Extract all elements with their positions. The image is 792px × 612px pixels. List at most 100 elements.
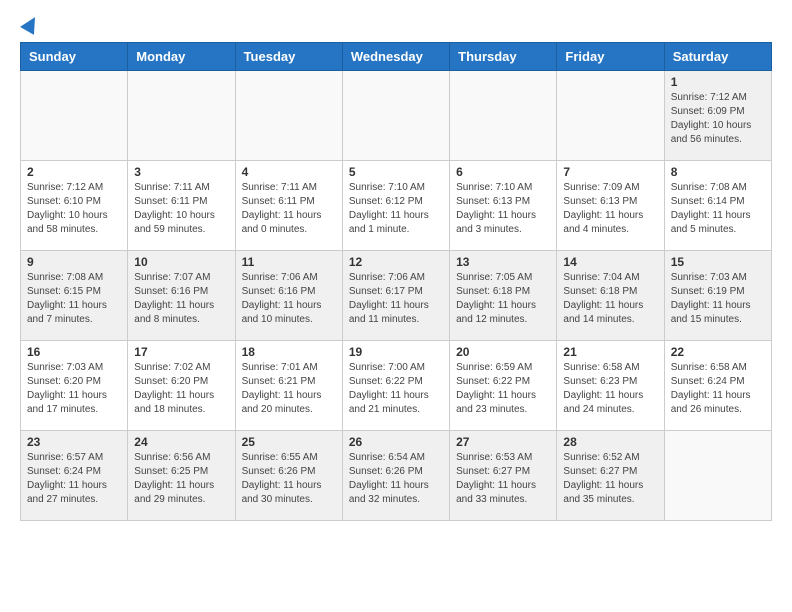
day-number: 5 — [349, 165, 443, 179]
calendar-day-cell: 25 Sunrise: 6:55 AM Sunset: 6:26 PM Dayli… — [235, 431, 342, 521]
calendar-day-cell: 19 Sunrise: 7:00 AM Sunset: 6:22 PM Dayli… — [342, 341, 449, 431]
day-info: Sunrise: 6:58 AM Sunset: 6:24 PM Dayligh… — [671, 361, 765, 417]
day-info: Sunrise: 6:55 AM Sunset: 6:26 PM Dayligh… — [242, 451, 336, 507]
day-info: Sunrise: 7:12 AM Sunset: 6:09 PM Dayligh… — [671, 91, 765, 147]
calendar-day-cell: 13Sunrise: 7:05 AM Sunset: 6:18 PM Dayli… — [450, 251, 557, 341]
calendar-day-cell: 24 Sunrise: 6:56 AM Sunset: 6:25 PM Dayli… — [128, 431, 235, 521]
day-info: Sunrise: 7:07 AM Sunset: 6:16 PM Dayligh… — [134, 271, 228, 327]
day-number: 24 — [134, 435, 228, 449]
day-number: 27 — [456, 435, 550, 449]
calendar-day-cell — [128, 71, 235, 161]
day-info: Sunrise: 6:57 AM Sunset: 6:24 PM Dayligh… — [27, 451, 121, 507]
day-info: Sunrise: 7:06 AM Sunset: 6:16 PM Dayligh… — [242, 271, 336, 327]
calendar-day-cell: 14 Sunrise: 7:04 AM Sunset: 6:18 PM Dayli… — [557, 251, 664, 341]
day-info: Sunrise: 7:12 AM Sunset: 6:10 PM Dayligh… — [27, 181, 121, 237]
day-info: Sunrise: 7:08 AM Sunset: 6:14 PM Dayligh… — [671, 181, 765, 237]
logo-triangle-icon — [20, 13, 42, 35]
day-number: 18 — [242, 345, 336, 359]
day-info: Sunrise: 7:10 AM Sunset: 6:13 PM Dayligh… — [456, 181, 550, 237]
day-info: Sunrise: 7:05 AM Sunset: 6:18 PM Dayligh… — [456, 271, 550, 327]
calendar-day-cell: 17 Sunrise: 7:02 AM Sunset: 6:20 PM Dayli… — [128, 341, 235, 431]
day-info: Sunrise: 6:59 AM Sunset: 6:22 PM Dayligh… — [456, 361, 550, 417]
day-info: Sunrise: 7:11 AM Sunset: 6:11 PM Dayligh… — [242, 181, 336, 237]
day-number: 8 — [671, 165, 765, 179]
day-info: Sunrise: 7:03 AM Sunset: 6:20 PM Dayligh… — [27, 361, 121, 417]
day-number: 28 — [563, 435, 657, 449]
day-number: 2 — [27, 165, 121, 179]
day-number: 23 — [27, 435, 121, 449]
day-info: Sunrise: 7:04 AM Sunset: 6:18 PM Dayligh… — [563, 271, 657, 327]
calendar-day-cell: 11 Sunrise: 7:06 AM Sunset: 6:16 PM Dayli… — [235, 251, 342, 341]
calendar-day-cell: 4 Sunrise: 7:11 AM Sunset: 6:11 PM Daylig… — [235, 161, 342, 251]
calendar-table: SundayMondayTuesdayWednesdayThursdayFrid… — [20, 42, 772, 521]
calendar-day-cell: 21 Sunrise: 6:58 AM Sunset: 6:23 PM Dayli… — [557, 341, 664, 431]
day-info: Sunrise: 7:03 AM Sunset: 6:19 PM Dayligh… — [671, 271, 765, 327]
day-number: 7 — [563, 165, 657, 179]
day-number: 12 — [349, 255, 443, 269]
calendar-week-row: 23 Sunrise: 6:57 AM Sunset: 6:24 PM Dayli… — [21, 431, 772, 521]
calendar-week-row: 9 Sunrise: 7:08 AM Sunset: 6:15 PM Daylig… — [21, 251, 772, 341]
calendar-day-cell: 28 Sunrise: 6:52 AM Sunset: 6:27 PM Dayli… — [557, 431, 664, 521]
calendar-day-cell — [342, 71, 449, 161]
calendar-day-cell — [450, 71, 557, 161]
day-number: 11 — [242, 255, 336, 269]
calendar-header-sunday: Sunday — [21, 43, 128, 71]
logo — [20, 20, 39, 32]
day-number: 20 — [456, 345, 550, 359]
calendar-day-cell: 1 Sunrise: 7:12 AM Sunset: 6:09 PM Daylig… — [664, 71, 771, 161]
day-number: 1 — [671, 75, 765, 89]
calendar-day-cell: 18Sunrise: 7:01 AM Sunset: 6:21 PM Dayli… — [235, 341, 342, 431]
calendar-day-cell: 5 Sunrise: 7:10 AM Sunset: 6:12 PM Daylig… — [342, 161, 449, 251]
calendar-day-cell — [235, 71, 342, 161]
calendar-day-cell — [21, 71, 128, 161]
calendar-day-cell — [664, 431, 771, 521]
day-info: Sunrise: 7:11 AM Sunset: 6:11 PM Dayligh… — [134, 181, 228, 237]
day-info: Sunrise: 7:02 AM Sunset: 6:20 PM Dayligh… — [134, 361, 228, 417]
day-info: Sunrise: 7:10 AM Sunset: 6:12 PM Dayligh… — [349, 181, 443, 237]
day-info: Sunrise: 7:09 AM Sunset: 6:13 PM Dayligh… — [563, 181, 657, 237]
calendar-day-cell: 2 Sunrise: 7:12 AM Sunset: 6:10 PM Daylig… — [21, 161, 128, 251]
day-info: Sunrise: 7:08 AM Sunset: 6:15 PM Dayligh… — [27, 271, 121, 327]
calendar-day-cell: 8 Sunrise: 7:08 AM Sunset: 6:14 PM Daylig… — [664, 161, 771, 251]
calendar-day-cell: 6 Sunrise: 7:10 AM Sunset: 6:13 PM Daylig… — [450, 161, 557, 251]
day-number: 16 — [27, 345, 121, 359]
day-number: 4 — [242, 165, 336, 179]
day-number: 15 — [671, 255, 765, 269]
day-info: Sunrise: 6:56 AM Sunset: 6:25 PM Dayligh… — [134, 451, 228, 507]
calendar-header-friday: Friday — [557, 43, 664, 71]
day-number: 26 — [349, 435, 443, 449]
day-number: 17 — [134, 345, 228, 359]
calendar-header-thursday: Thursday — [450, 43, 557, 71]
calendar-day-cell: 15 Sunrise: 7:03 AM Sunset: 6:19 PM Dayli… — [664, 251, 771, 341]
day-number: 10 — [134, 255, 228, 269]
calendar-day-cell: 10 Sunrise: 7:07 AM Sunset: 6:16 PM Dayli… — [128, 251, 235, 341]
day-info: Sunrise: 6:54 AM Sunset: 6:26 PM Dayligh… — [349, 451, 443, 507]
calendar-day-cell: 9 Sunrise: 7:08 AM Sunset: 6:15 PM Daylig… — [21, 251, 128, 341]
calendar-day-cell: 3 Sunrise: 7:11 AM Sunset: 6:11 PM Daylig… — [128, 161, 235, 251]
calendar-day-cell: 20 Sunrise: 6:59 AM Sunset: 6:22 PM Dayli… — [450, 341, 557, 431]
calendar-header-tuesday: Tuesday — [235, 43, 342, 71]
day-number: 21 — [563, 345, 657, 359]
day-number: 25 — [242, 435, 336, 449]
day-info: Sunrise: 6:58 AM Sunset: 6:23 PM Dayligh… — [563, 361, 657, 417]
calendar-day-cell: 7 Sunrise: 7:09 AM Sunset: 6:13 PM Daylig… — [557, 161, 664, 251]
day-number: 3 — [134, 165, 228, 179]
day-number: 19 — [349, 345, 443, 359]
calendar-week-row: 1 Sunrise: 7:12 AM Sunset: 6:09 PM Daylig… — [21, 71, 772, 161]
calendar-header-wednesday: Wednesday — [342, 43, 449, 71]
calendar-week-row: 2 Sunrise: 7:12 AM Sunset: 6:10 PM Daylig… — [21, 161, 772, 251]
calendar-day-cell: 27 Sunrise: 6:53 AM Sunset: 6:27 PM Dayli… — [450, 431, 557, 521]
day-info: Sunrise: 7:00 AM Sunset: 6:22 PM Dayligh… — [349, 361, 443, 417]
day-number: 9 — [27, 255, 121, 269]
day-info: Sunrise: 6:52 AM Sunset: 6:27 PM Dayligh… — [563, 451, 657, 507]
calendar-day-cell: 12Sunrise: 7:06 AM Sunset: 6:17 PM Dayli… — [342, 251, 449, 341]
calendar-day-cell: 26 Sunrise: 6:54 AM Sunset: 6:26 PM Dayli… — [342, 431, 449, 521]
calendar-day-cell: 16 Sunrise: 7:03 AM Sunset: 6:20 PM Dayli… — [21, 341, 128, 431]
page-header — [20, 20, 772, 32]
calendar-day-cell: 22 Sunrise: 6:58 AM Sunset: 6:24 PM Dayli… — [664, 341, 771, 431]
day-info: Sunrise: 6:53 AM Sunset: 6:27 PM Dayligh… — [456, 451, 550, 507]
day-number: 22 — [671, 345, 765, 359]
calendar-header-row: SundayMondayTuesdayWednesdayThursdayFrid… — [21, 43, 772, 71]
day-number: 6 — [456, 165, 550, 179]
day-number: 14 — [563, 255, 657, 269]
